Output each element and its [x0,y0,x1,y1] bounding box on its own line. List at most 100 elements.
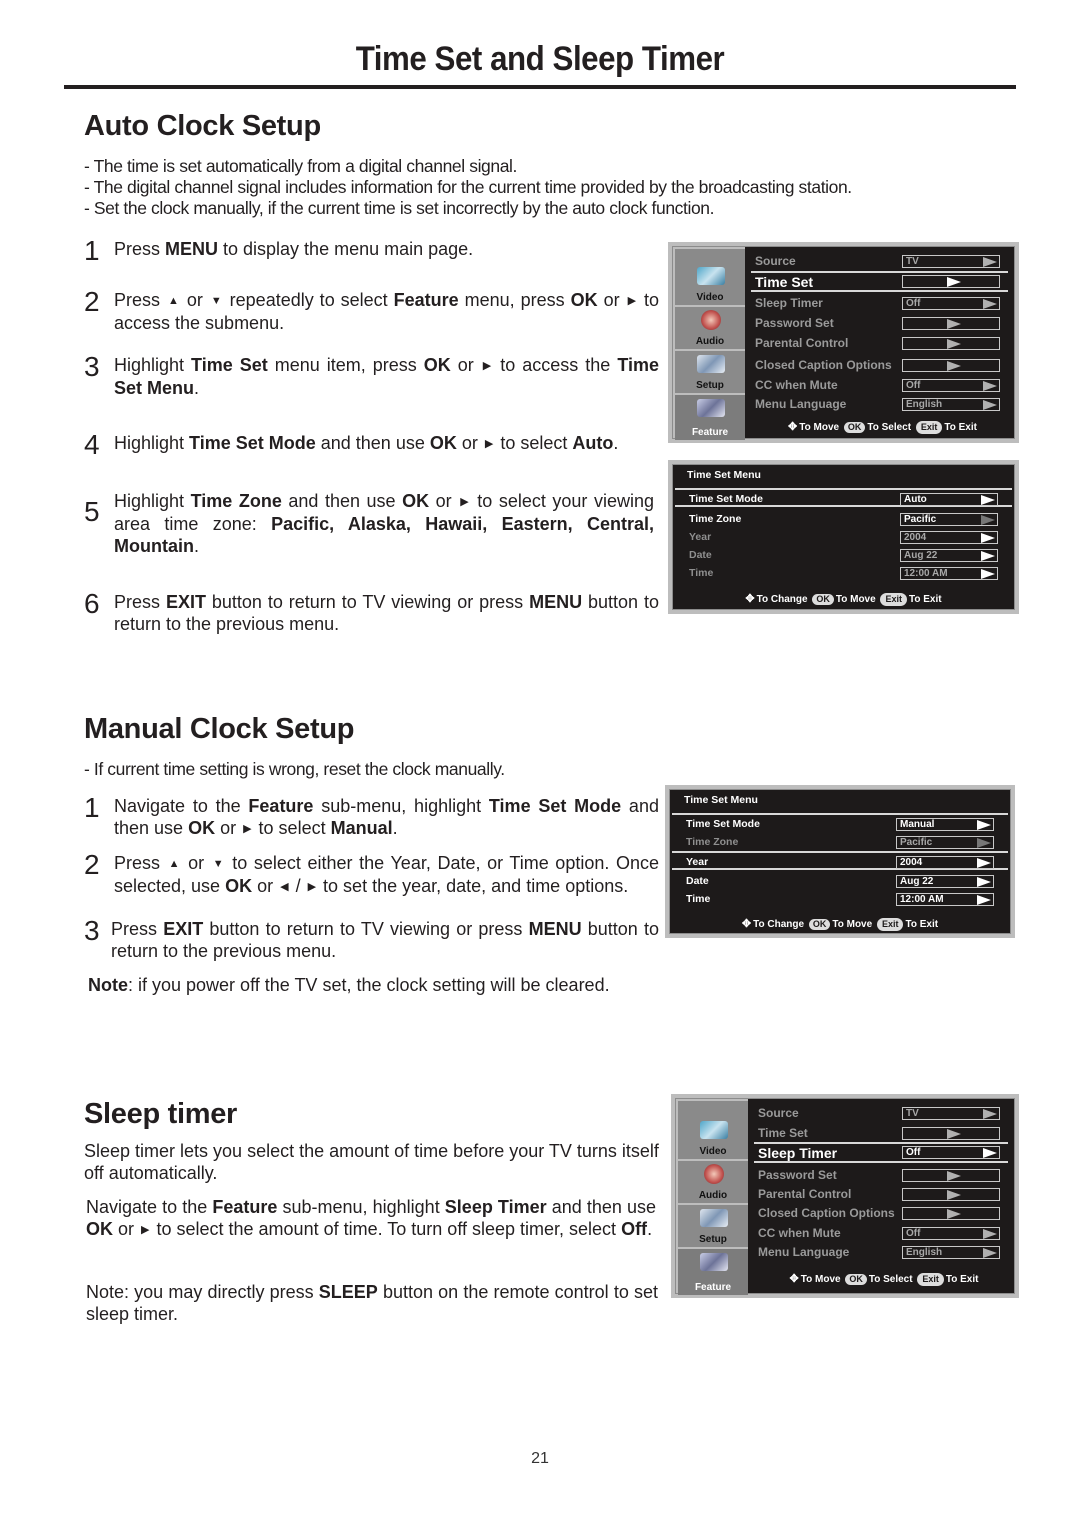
step-number: 2 [84,286,100,317]
setup-icon [697,355,725,373]
osd-screen: Video Audio Setup Feature Source TV Time… [672,246,1015,440]
bullet: - Set the clock manually, if the current… [84,198,715,218]
step-text: Press ▲ or ▼ to select either the Year, … [114,853,659,896]
exit-key-icon: Exit [917,1273,944,1286]
auto-clock-bullets: - The time is set automatically from a d… [84,156,852,219]
osd-hint-bar: ✥ To Change OK To Move Exit To Exit [745,593,942,606]
right-arrow-icon [983,1248,997,1258]
osd-screen: Time Set Menu Time Set Mode Auto Time Zo… [672,464,1015,610]
menu-item-year: Year 2004 [675,528,1012,547]
step-number: 5 [84,496,100,527]
note-label: Note [88,975,128,995]
osd-time-set-menu-auto: Time Set Menu Time Set Mode Auto Time Zo… [668,460,1019,614]
value-box: Manual [896,818,994,831]
tab-label: Video [696,292,724,303]
sleep-note: Note: you may directly press SLEEP butto… [86,1282,658,1324]
step-text: Press ▲ or ▼ repeatedly to select Featur… [114,290,660,333]
ok-key-icon: OK [845,1274,867,1285]
bold-term: EXIT [163,919,204,939]
video-icon [697,267,725,285]
osd-screen: Time Set Menu Time Set Mode Manual Time … [669,789,1011,934]
bold-term: OK [570,290,598,310]
step-number: 3 [84,915,100,946]
osd-time-set-menu-manual: Time Set Menu Time Set Mode Manual Time … [665,785,1015,938]
menu-item-time-set: Time Set [751,271,1008,292]
osd-feature-menu-timeset: Video Audio Setup Feature Source TV Time… [668,242,1019,443]
bold-term: OK [188,818,216,838]
bold-term: MENU [528,919,582,939]
menu-item-menu-language: Menu Language English [754,1243,1008,1262]
osd-screen: Video Audio Setup Feature Source TV Time… [675,1098,1015,1295]
tab-label: Audio [698,1190,728,1201]
right-arrow-icon [947,277,961,287]
right-arrow-icon [947,339,961,349]
value-box: Pacific [900,513,998,526]
tab-label: Setup [699,1234,727,1245]
menu-item-sleep-timer: Sleep Timer Off [754,1142,1008,1163]
right-arrow-icon [947,1171,961,1181]
bold-term: Sleep Timer [444,1197,547,1217]
value-box: English [902,1246,1000,1259]
bullet: - The time is set automatically from a d… [84,156,518,176]
right-arrow-icon [947,1190,961,1200]
ok-key-icon: OK [808,919,831,930]
menu-item-password-set: Password Set [751,314,1008,333]
manual-clock-heading: Manual Clock Setup [84,713,355,745]
menu-item-cc-when-mute: CC when Mute Off [751,376,1008,395]
value-box: Auto [900,493,998,506]
bold-term: Feature [212,1197,278,1217]
value-box: 12:00 AM [900,567,998,580]
tab-label: Setup [696,380,724,391]
right-arrow-icon [983,1109,997,1119]
up-arrow-icon: ▲ [168,858,180,870]
tab-label: Audio [695,336,725,347]
menu-item-time-zone: Time Zone Pacific [672,833,1008,852]
value-box [902,1127,1000,1140]
left-arrow-icon: ◀ [280,881,289,893]
step-text: Highlight Time Zone and then use OK or ▶… [114,491,654,556]
osd-hint-bar: ✥ To Move OK To Select Exit To Exit [788,421,977,434]
right-arrow-icon [983,400,997,410]
value-box: TV [902,1107,1000,1120]
page-number: 21 [531,1450,549,1467]
right-arrow-icon [983,1148,997,1158]
right-arrow-icon [983,1229,997,1239]
right-arrow-icon: ▶ [484,438,494,450]
bold-term: Time Zone [190,491,282,511]
bold-term: Time Set Mode [189,433,316,453]
bold-term: OK [423,355,451,375]
tab-label: Feature [691,427,729,438]
osd-hint-bar: ✥ To Change OK To Move Exit To Exit [741,918,939,931]
right-arrow-icon [947,1209,961,1219]
tab-audio: Audio [678,1161,748,1203]
right-arrow-icon [947,361,961,371]
value-box: Aug 22 [896,875,994,888]
right-arrow-icon [977,820,991,830]
right-arrow-icon: ▶ [307,881,317,893]
value-box [902,317,1000,330]
audio-icon [701,310,721,330]
value-box: Aug 22 [900,549,998,562]
value-box: Pacific [896,836,994,849]
right-arrow-icon [947,1129,961,1139]
menu-item-date: Date Aug 22 [675,546,1012,565]
bullet: - The digital channel signal includes in… [84,177,852,197]
menu-item-year: Year 2004 [672,851,1008,870]
menu-item-cc-when-mute: CC when Mute Off [754,1224,1008,1243]
value-box [902,1169,1000,1182]
value-box [902,1188,1000,1201]
step-text: Press EXIT button to return to TV viewin… [111,919,659,961]
ok-key-icon: OK [812,594,834,605]
right-arrow-icon [977,858,991,868]
bold-term: Feature [248,796,314,816]
osd-feature-menu-sleep: Video Audio Setup Feature Source TV Time… [671,1094,1019,1298]
feature-icon [700,1253,728,1271]
bold-term: EXIT [165,592,206,612]
menu-item-sleep-timer: Sleep Timer Off [751,294,1008,313]
menu-item-date: Date Aug 22 [672,872,1008,891]
step-number: 6 [84,588,100,619]
osd-side-tabs: Video Audio Setup Feature [676,1099,748,1295]
value-box [902,275,1000,288]
menu-item-time-set-mode: Time Set Mode Auto [675,488,1012,507]
bold-term: OK [429,433,457,453]
